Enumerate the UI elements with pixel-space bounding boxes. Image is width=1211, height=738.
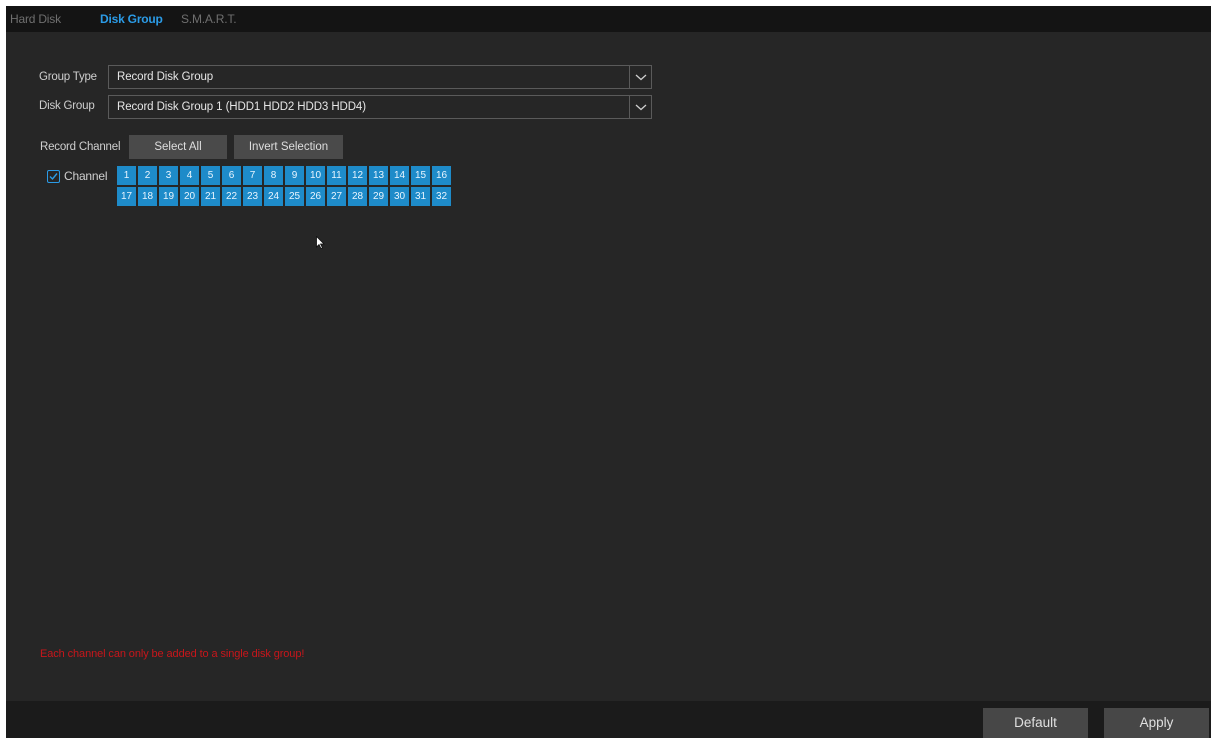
group-type-select[interactable]: Record Disk Group: [108, 65, 652, 89]
group-type-label: Group Type: [39, 71, 97, 83]
channel-24-button[interactable]: 24: [264, 187, 283, 206]
check-icon: [49, 173, 58, 181]
tab-disk-group[interactable]: Disk Group: [100, 12, 163, 26]
channel-18-button[interactable]: 18: [138, 187, 157, 206]
channel-3-button[interactable]: 3: [159, 166, 178, 185]
disk-group-select[interactable]: Record Disk Group 1 (HDD1 HDD2 HDD3 HDD4…: [108, 95, 652, 119]
invert-selection-button[interactable]: Invert Selection: [234, 135, 343, 159]
chevron-down-icon[interactable]: [629, 66, 651, 88]
channel-29-button[interactable]: 29: [369, 187, 388, 206]
tab-bar: Hard Disk Disk Group S.M.A.R.T.: [6, 6, 1211, 32]
channel-20-button[interactable]: 20: [180, 187, 199, 206]
record-channel-label: Record Channel: [40, 141, 121, 153]
channel-32-button[interactable]: 32: [432, 187, 451, 206]
channel-grid: 1 2 3 4 5 6 7 8 9 10 11 12 13 14 15 16 17 18 19 20 21 22 23 24 2…: [117, 166, 481, 206]
channel-9-button[interactable]: 9: [285, 166, 304, 185]
footer-bar: Default Apply: [6, 701, 1211, 738]
channel-2-button[interactable]: 2: [138, 166, 157, 185]
disk-group-settings-window: Hard Disk Disk Group S.M.A.R.T. Group Ty…: [6, 6, 1211, 738]
group-type-value: Record Disk Group: [117, 71, 214, 83]
select-all-button[interactable]: Select All: [129, 135, 227, 159]
channel-5-button[interactable]: 5: [201, 166, 220, 185]
channel-26-button[interactable]: 26: [306, 187, 325, 206]
channel-13-button[interactable]: 13: [369, 166, 388, 185]
channel-6-button[interactable]: 6: [222, 166, 241, 185]
channel-10-button[interactable]: 10: [306, 166, 325, 185]
tab-smart[interactable]: S.M.A.R.T.: [181, 12, 237, 26]
channel-1-button[interactable]: 1: [117, 166, 136, 185]
channel-15-button[interactable]: 15: [411, 166, 430, 185]
channel-21-button[interactable]: 21: [201, 187, 220, 206]
channel-14-button[interactable]: 14: [390, 166, 409, 185]
channel-27-button[interactable]: 27: [327, 187, 346, 206]
default-button[interactable]: Default: [983, 708, 1088, 738]
channel-checkbox[interactable]: [47, 170, 60, 183]
channel-25-button[interactable]: 25: [285, 187, 304, 206]
chevron-down-icon[interactable]: [629, 96, 651, 118]
channel-30-button[interactable]: 30: [390, 187, 409, 206]
channel-7-button[interactable]: 7: [243, 166, 262, 185]
channel-11-button[interactable]: 11: [327, 166, 346, 185]
warning-message: Each channel can only be added to a sing…: [40, 648, 305, 660]
channel-28-button[interactable]: 28: [348, 187, 367, 206]
channel-22-button[interactable]: 22: [222, 187, 241, 206]
disk-group-label: Disk Group: [39, 100, 95, 112]
channel-17-button[interactable]: 17: [117, 187, 136, 206]
apply-button[interactable]: Apply: [1104, 708, 1209, 738]
channel-31-button[interactable]: 31: [411, 187, 430, 206]
channel-8-button[interactable]: 8: [264, 166, 283, 185]
disk-group-value: Record Disk Group 1 (HDD1 HDD2 HDD3 HDD4…: [117, 101, 366, 113]
channel-label: Channel: [64, 169, 108, 183]
channel-4-button[interactable]: 4: [180, 166, 199, 185]
tab-hard-disk[interactable]: Hard Disk: [10, 12, 61, 26]
channel-19-button[interactable]: 19: [159, 187, 178, 206]
mouse-pointer-icon: [316, 235, 325, 255]
channel-23-button[interactable]: 23: [243, 187, 262, 206]
channel-16-button[interactable]: 16: [432, 166, 451, 185]
channel-12-button[interactable]: 12: [348, 166, 367, 185]
